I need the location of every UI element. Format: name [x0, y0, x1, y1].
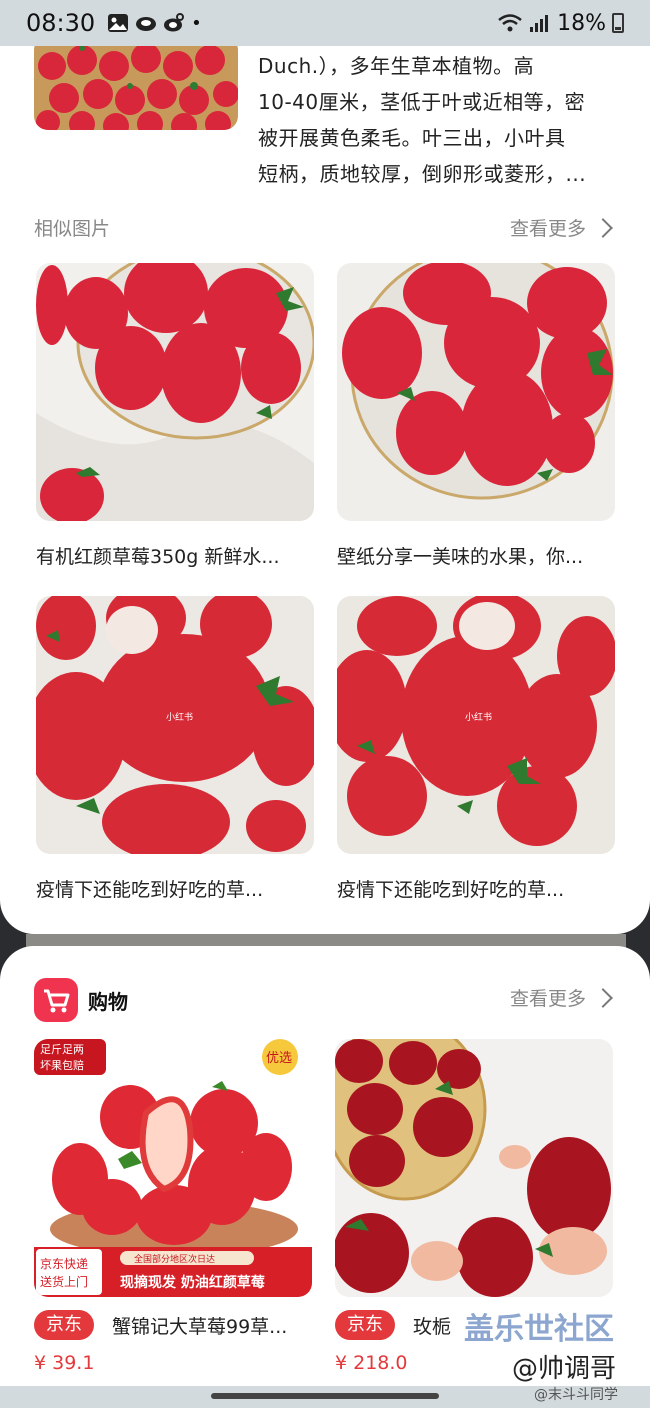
similar-caption-1[interactable]: 有机红颜草莓350g 新鲜水... [36, 542, 316, 569]
similar-caption-4[interactable]: 疫情下还能吃到好吃的草... [337, 875, 617, 902]
view-more-button[interactable]: 查看更多 [510, 214, 616, 241]
view-more-label: 查看更多 [509, 988, 586, 1010]
product-tag: 现摘现发 奶油红颜草莓 [120, 1274, 265, 1291]
desc-line: 10-40厘米，茎低于叶或近相等，密 [258, 90, 586, 114]
section-title: 相似图片 [34, 218, 111, 240]
similar-image-3[interactable]: 小红书 [36, 596, 314, 854]
desc-line: 短柄，质地较厚，倒卵形或菱形，... [258, 162, 587, 186]
desc-line: 被开展黄色柔毛。叶三出，小叶具 [258, 126, 566, 150]
similar-images-header: 相似图片 查看更多 [34, 214, 616, 241]
desc-line: Duch.），多年生草本植物。高 [258, 54, 535, 78]
chevron-right-icon [593, 217, 613, 238]
store-badge-jd: 京东 [335, 1310, 395, 1340]
status-right: 18% [497, 11, 624, 36]
plant-description: Duch.），多年生草本植物。高 10-40厘米，茎低于叶或近相等，密 被开展黄… [258, 48, 618, 192]
product-tag: 京东快递 [40, 1257, 88, 1271]
view-more-label: 查看更多 [509, 218, 586, 240]
product-image-2[interactable] [335, 1039, 613, 1297]
product-price-1: ¥ 39.1 [34, 1352, 95, 1374]
shopping-title: 购物 [88, 990, 128, 1014]
gallery-icon [108, 14, 129, 32]
product-price-2: ¥ 218.0 [335, 1352, 408, 1374]
status-bar: 08:30 • 18% [0, 0, 650, 46]
image-watermark: 小红书 [166, 711, 193, 723]
battery-percent: 18% [557, 10, 606, 36]
status-time: 08:30 [26, 9, 96, 37]
shopping-cart-icon [34, 978, 78, 1022]
product-tag: 足斤足两 [40, 1043, 84, 1056]
shopping-view-more-button[interactable]: 查看更多 [510, 984, 616, 1011]
cloud-app-icon [136, 17, 157, 31]
battery-icon [612, 13, 624, 33]
image-watermark: 小红书 [465, 711, 492, 723]
forum-watermark: 盖乐世社区 [464, 1312, 614, 1347]
status-dot: • [191, 12, 202, 34]
product-title-1[interactable]: 蟹锦记大草莓99草... [112, 1312, 312, 1339]
product-tag: 坏果包赔 [40, 1058, 84, 1072]
similar-caption-2[interactable]: 壁纸分享一美味的水果，你... [337, 542, 617, 569]
info-card: Duch.），多年生草本植物。高 10-40厘米，茎低于叶或近相等，密 被开展黄… [0, 46, 650, 934]
similar-image-2[interactable] [337, 263, 615, 521]
notification-icons: • [107, 13, 202, 34]
author-watermark: @帅调哥 [512, 1354, 617, 1384]
strawberry-thumbnail[interactable] [34, 46, 238, 130]
weibo-watermark: @末斗斗同学 [534, 1387, 618, 1403]
product-tag: 全国部分地区次日达 [134, 1253, 215, 1265]
wifi-icon [498, 14, 522, 32]
similar-image-1[interactable] [36, 263, 314, 521]
product-image-1[interactable]: 足斤足两 坏果包赔 优选 全国部分地区次日达 京东快递 送货上门 现摘现发 奶油… [34, 1039, 312, 1297]
product-tag: 送货上门 [40, 1274, 88, 1289]
product-badge: 优选 [266, 1051, 292, 1066]
home-gesture-handle[interactable] [211, 1393, 439, 1399]
chevron-right-icon [593, 987, 613, 1008]
similar-caption-3[interactable]: 疫情下还能吃到好吃的草... [36, 875, 316, 902]
similar-image-4[interactable]: 小红书 [337, 596, 615, 854]
weibo-icon [164, 13, 185, 32]
signal-icon [530, 15, 549, 32]
store-badge-jd: 京东 [34, 1310, 94, 1340]
